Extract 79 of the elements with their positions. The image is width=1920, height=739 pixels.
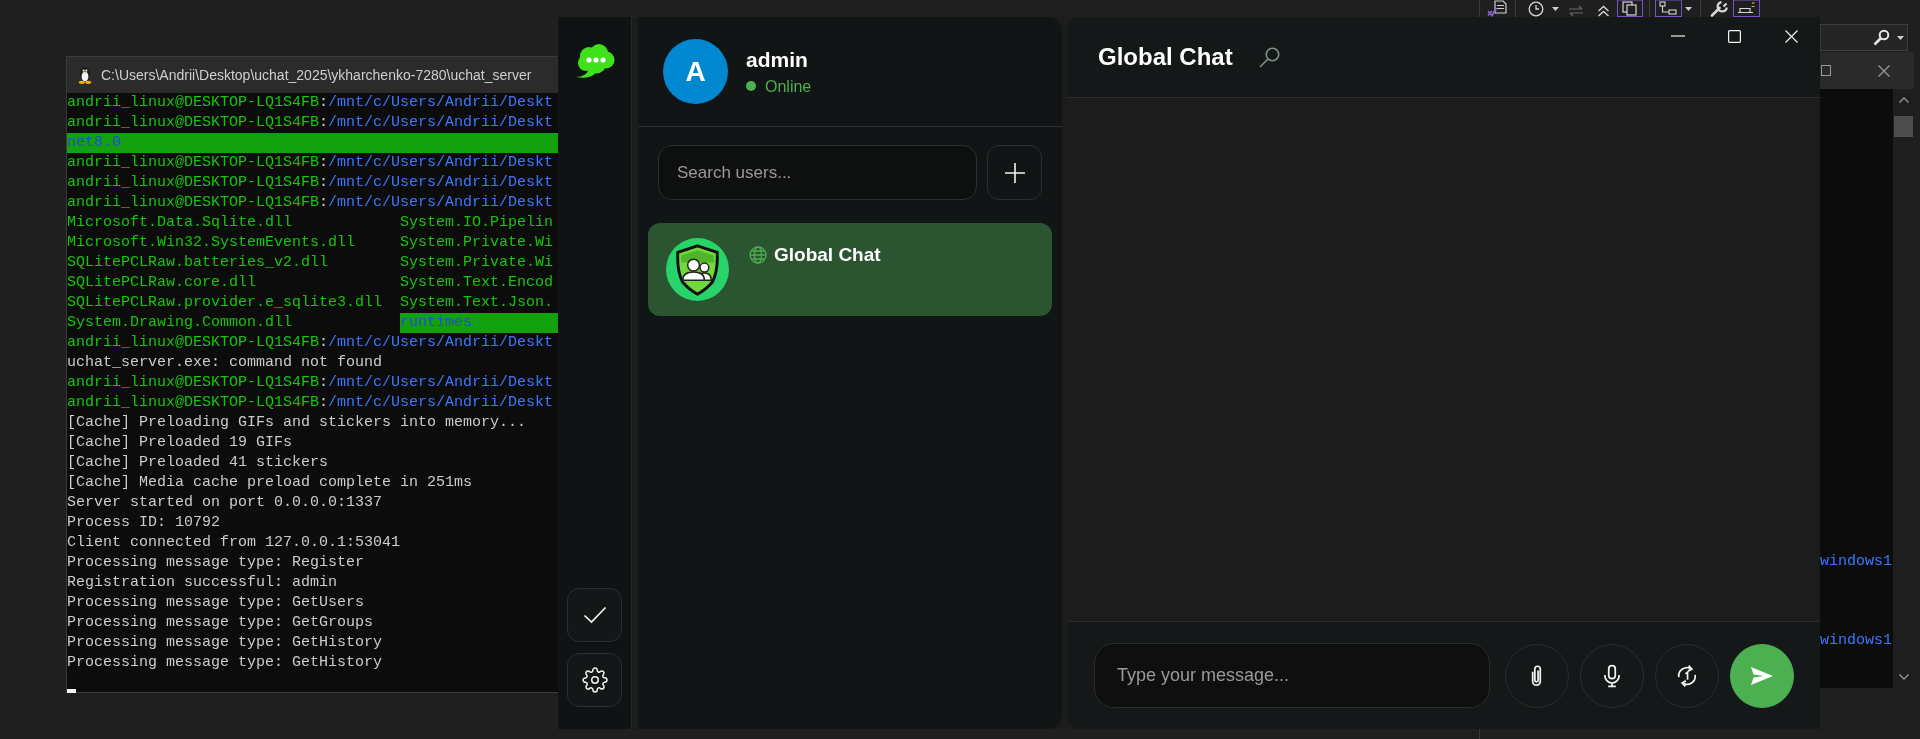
- terminal-line: Processing message type: GetUsers: [67, 593, 366, 613]
- search-button[interactable]: [1258, 46, 1280, 68]
- file-name: net8.0: [67, 133, 558, 153]
- file-name: System.IO.Pipelin: [400, 213, 554, 233]
- terminal-line: andrii_linux@DESKTOP-LQ1S4FB:/mnt/c/Users/Andrii/Deskt: [67, 153, 555, 173]
- terminal-line: andrii_linux@DESKTOP-LQ1S4FB:/mnt/c/Users/Andrii/Deskt: [67, 173, 555, 193]
- send-icon: [1750, 665, 1774, 686]
- shield-avatar-icon: [666, 238, 729, 301]
- plus-icon: [1004, 162, 1025, 183]
- terminal-line: [Cache] Preloaded 41 stickers: [67, 453, 330, 473]
- clock-icon[interactable]: [1528, 1, 1544, 17]
- terminal-line: Processing message type: GetHistory: [67, 653, 384, 673]
- user-avatar: A: [663, 39, 728, 104]
- terminal-line: [Cache] Preloaded 19 GIFs: [67, 433, 294, 453]
- file-name: System.Drawing.Common.dll: [67, 313, 294, 333]
- output-line: windows1: [1820, 631, 1893, 651]
- settings-button[interactable]: [567, 653, 622, 707]
- file-name: System.Private.Wi: [400, 233, 554, 253]
- status-text: Online: [765, 76, 812, 96]
- highlighter-icon[interactable]: [1733, 0, 1760, 17]
- terminal-line: andrii_linux@DESKTOP-LQ1S4FB:/mnt/c/Users/Andrii/Deskt: [67, 93, 555, 113]
- maximize-icon: [1728, 29, 1741, 43]
- maximize-icon[interactable]: [1821, 65, 1831, 76]
- file-name: System.Text.Json.: [400, 293, 554, 313]
- caret-down-icon: [1897, 35, 1904, 40]
- terminal-line: [Cache] Preloading GIFs and stickers into memory...: [67, 413, 528, 433]
- chat-title: Global Chat: [1098, 43, 1233, 71]
- file-name: SQLitePCLRaw.core.dll: [67, 273, 258, 293]
- chat-name: Global Chat: [774, 245, 881, 265]
- terminal-line: Registration successful: admin: [67, 573, 339, 593]
- terminal-line: andrii_linux@DESKTOP-LQ1S4FB:/mnt/c/Users/Andrii/Deskt: [67, 373, 555, 393]
- terminal-line: Processing message type: GetGroups: [67, 613, 375, 633]
- message-input[interactable]: Type your message...: [1094, 643, 1490, 708]
- window-title: C:\Users\Andrii\Desktop\uchat_2025\ykharchenko-7280\uchat_server: [101, 67, 532, 83]
- terminal-line: andrii_linux@DESKTOP-LQ1S4FB:/mnt/c/Users/Andrii/Deskt: [67, 113, 555, 133]
- wrench-icon[interactable]: [1710, 1, 1728, 17]
- check-icon: [582, 606, 607, 624]
- settings-icon: [581, 667, 608, 693]
- terminal-line: andrii_linux@DESKTOP-LQ1S4FB:/mnt/c/Users/Andrii/Deskt: [67, 333, 555, 353]
- caret-down-icon[interactable]: [1898, 674, 1909, 680]
- chevrons-up-icon[interactable]: [1597, 5, 1610, 17]
- user-name: admin: [746, 47, 809, 72]
- terminal-line: andrii_linux@DESKTOP-LQ1S4FB:/mnt/c/Users/Andrii/Deskt: [67, 193, 555, 213]
- search-field[interactable]: Search users...: [658, 145, 977, 200]
- swap-arrows-icon[interactable]: [1568, 5, 1584, 17]
- copy-icon[interactable]: [1617, 0, 1643, 17]
- file-name: SQLitePCLRaw.batteries_v2.dll: [67, 253, 330, 273]
- globe-icon: [749, 246, 767, 264]
- minimize-icon: [1670, 35, 1685, 37]
- file-name: Microsoft.Data.Sqlite.dll: [67, 213, 294, 233]
- document-icon[interactable]: [1487, 0, 1507, 17]
- penguin-icon: [77, 66, 93, 84]
- scrollbar-thumb[interactable]: [1894, 116, 1913, 137]
- output-line: windows1: [1820, 552, 1893, 572]
- caret-up-icon[interactable]: [1898, 97, 1909, 103]
- search-icon: [1873, 29, 1890, 46]
- terminal-line: Server started on port 0.0.0.0:1337: [67, 493, 384, 513]
- chat-list-item[interactable]: Global Chat: [648, 223, 1052, 316]
- check-button[interactable]: [567, 588, 622, 642]
- terminal-line: uchat_server.exe: command not found: [67, 353, 384, 373]
- caret-down-icon[interactable]: [1552, 6, 1559, 11]
- search-box[interactable]: [1820, 24, 1908, 51]
- file-name: SQLitePCLRaw.provider.e_sqlite3.dll: [67, 293, 384, 313]
- terminal-line: andrii_linux@DESKTOP-LQ1S4FB:/mnt/c/Users/Andrii/Deskt: [67, 393, 555, 413]
- hierarchy-icon[interactable]: [1655, 0, 1682, 17]
- file-name: Microsoft.Win32.SystemEvents.dll: [67, 233, 357, 253]
- terminal-line: Processing message type: Register: [67, 553, 366, 573]
- file-name: System.Text.Encod: [400, 273, 554, 293]
- add-button[interactable]: [987, 145, 1042, 200]
- caret-down-icon[interactable]: [1685, 6, 1692, 11]
- close-icon: [1785, 29, 1798, 43]
- terminal-line: Processing message type: GetHistory: [67, 633, 384, 653]
- terminal-line: Process ID: 10792: [67, 513, 222, 533]
- file-name: runtimes: [400, 313, 558, 333]
- terminal-line: [Cache] Media cache preload complete in 251ms: [67, 473, 474, 493]
- terminal-line: Client connected from 127.0.0.1:53041: [67, 533, 402, 553]
- search-icon: [1258, 46, 1280, 68]
- file-name: System.Private.Wi: [400, 253, 554, 273]
- close-icon[interactable]: [1878, 64, 1890, 77]
